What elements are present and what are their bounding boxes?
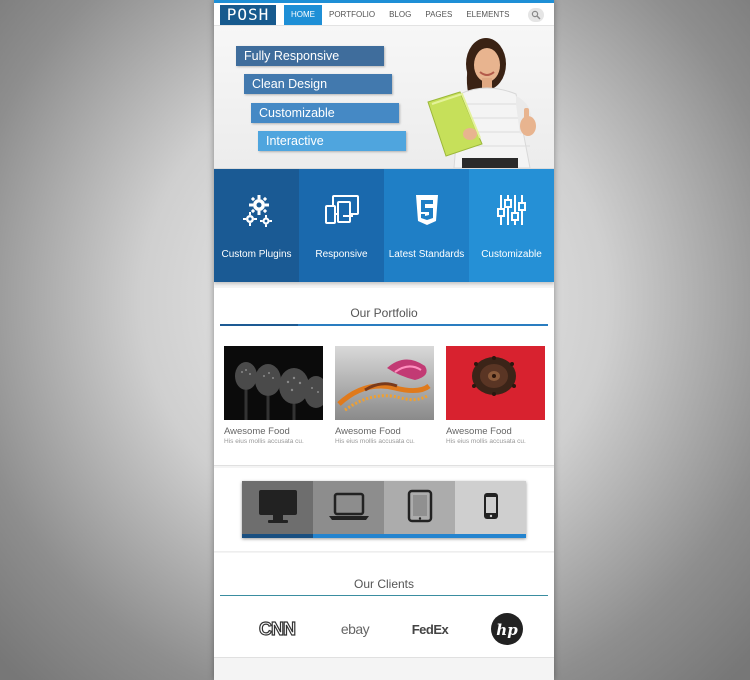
- client-logo-ebay[interactable]: ebay: [332, 611, 378, 647]
- portfolio-thumbnail[interactable]: [224, 346, 323, 420]
- client-logos: CNN ebay FedEx hp: [214, 611, 554, 647]
- service-customizable[interactable]: Customizable: [469, 169, 554, 282]
- feature-label: Customizable: [251, 103, 399, 123]
- portfolio-section: Our Portfolio Awesome Food His eius moll…: [214, 288, 554, 466]
- service-label: Latest Standards: [388, 249, 465, 260]
- client-logo-cnn[interactable]: CNN: [254, 611, 300, 647]
- nav-blog[interactable]: BLOG: [382, 5, 418, 25]
- site-logo[interactable]: POSH: [220, 5, 276, 25]
- device-laptop-button[interactable]: [313, 481, 384, 538]
- portfolio-card-title[interactable]: Awesome Food: [224, 426, 323, 437]
- nav-portfolio[interactable]: PORTFOLIO: [322, 5, 382, 25]
- device-active-indicator: [242, 534, 526, 538]
- top-nav-bar: POSH HOME PORTFOLIO BLOG PAGES ELEMENTS: [214, 0, 554, 26]
- service-custom-plugins[interactable]: Custom Plugins: [214, 169, 299, 282]
- section-divider: [220, 595, 548, 596]
- services-row: Custom Plugins Responsive Latest Standar…: [214, 169, 554, 282]
- nav-elements[interactable]: ELEMENTS: [459, 5, 516, 25]
- section-title: Our Portfolio: [350, 306, 418, 320]
- desktop-icon: [258, 490, 297, 523]
- feature-label: Interactive: [258, 131, 406, 151]
- portfolio-card-title[interactable]: Awesome Food: [446, 426, 545, 437]
- feature-label: Fully Responsive: [236, 46, 384, 66]
- device-desktop-button[interactable]: [242, 481, 313, 538]
- feature-label: Clean Design: [244, 74, 392, 94]
- portfolio-card[interactable]: Awesome Food His eius mollis accusata cu…: [335, 346, 434, 445]
- portfolio-card[interactable]: Awesome Food His eius mollis accusata cu…: [224, 346, 323, 445]
- devices-icon: [324, 195, 359, 224]
- phone-icon: [483, 493, 498, 519]
- portfolio-card[interactable]: Awesome Food His eius mollis accusata cu…: [446, 346, 545, 445]
- client-logo-fedex[interactable]: FedEx: [408, 611, 452, 647]
- gears-icon: [242, 195, 272, 227]
- portfolio-card-title[interactable]: Awesome Food: [335, 426, 434, 437]
- service-label: Customizable: [481, 249, 542, 260]
- search-button[interactable]: [528, 8, 544, 22]
- footer-strip: [214, 660, 554, 680]
- service-label: Responsive: [315, 249, 368, 260]
- hero-woman-image: [427, 38, 536, 168]
- hp-logo-icon: hp: [491, 613, 523, 645]
- section-title: Our Clients: [353, 577, 415, 591]
- sliders-icon: [496, 195, 526, 225]
- clients-section: Our Clients CNN ebay FedEx hp: [214, 553, 554, 658]
- tablet-icon: [407, 489, 432, 523]
- portfolio-thumbnail[interactable]: [335, 346, 434, 420]
- portfolio-card-subtitle: His eius mollis accusata cu.: [335, 438, 415, 445]
- page-frame: POSH HOME PORTFOLIO BLOG PAGES ELEMENTS …: [214, 0, 554, 680]
- section-divider: [220, 324, 548, 326]
- svg-text:hp: hp: [496, 621, 518, 639]
- portfolio-card-subtitle: His eius mollis accusata cu.: [446, 438, 526, 445]
- device-tablet-button[interactable]: [384, 481, 455, 538]
- search-icon: [531, 10, 541, 20]
- device-phone-button[interactable]: [455, 481, 526, 538]
- client-logo-hp[interactable]: hp: [489, 611, 525, 647]
- nav-home[interactable]: HOME: [284, 5, 322, 25]
- laptop-icon: [328, 492, 369, 520]
- portfolio-thumbnail[interactable]: [446, 346, 545, 420]
- main-nav: HOME PORTFOLIO BLOG PAGES ELEMENTS: [284, 5, 516, 25]
- portfolio-card-subtitle: His eius mollis accusata cu.: [224, 438, 304, 445]
- service-latest-standards[interactable]: Latest Standards: [384, 169, 469, 282]
- html5-icon: [415, 195, 438, 225]
- device-switcher: [242, 481, 526, 538]
- hero-banner: Fully Responsive Clean Design Customizab…: [214, 26, 554, 169]
- service-responsive[interactable]: Responsive: [299, 169, 384, 282]
- service-label: Custom Plugins: [221, 249, 292, 260]
- device-switcher-section: [214, 468, 554, 552]
- nav-pages[interactable]: PAGES: [418, 5, 459, 25]
